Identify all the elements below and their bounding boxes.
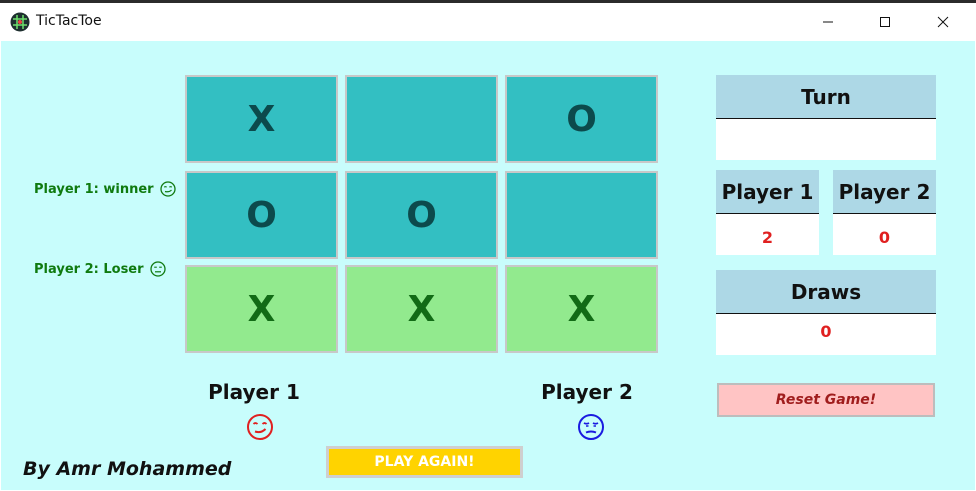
player2-name: Player 2: [541, 380, 633, 404]
close-icon: [937, 16, 949, 28]
board-cell-2[interactable]: [345, 75, 498, 163]
title-bar[interactable]: TicTacToe: [0, 3, 976, 41]
minimize-icon: [823, 21, 833, 23]
draws-label: Draws: [716, 270, 936, 314]
board-cell-6[interactable]: [505, 171, 658, 259]
board-cell-4[interactable]: O: [185, 171, 338, 259]
player1-score-label: Player 1: [716, 170, 819, 214]
close-button[interactable]: [920, 3, 966, 41]
play-again-button[interactable]: PLAY AGAIN!: [326, 446, 523, 478]
reset-game-button[interactable]: Reset Game!: [717, 383, 935, 417]
board-cell-9[interactable]: X: [505, 265, 658, 353]
maximize-icon: [880, 17, 890, 27]
turn-label: Turn: [716, 75, 936, 119]
player1-score-panel: Player 1 2: [716, 170, 819, 255]
turn-panel: Turn: [716, 75, 936, 160]
player2-status: Player 2: Loser: [34, 261, 166, 277]
player2-score-panel: Player 2 0: [833, 170, 936, 255]
board-cell-7[interactable]: X: [185, 265, 338, 353]
unamused-face-icon: [149, 261, 166, 277]
player1-status: Player 1: winner: [34, 181, 176, 197]
player1-name: Player 1: [208, 380, 300, 404]
player1-status-text: Player 1: winner: [34, 181, 154, 197]
player1-score: 2: [761, 228, 774, 247]
smirk-face-icon: [159, 181, 176, 197]
smirk-face-icon: [247, 414, 273, 440]
draws-panel: Draws 0: [716, 270, 936, 355]
player2-score-label: Player 2: [833, 170, 936, 214]
maximize-button[interactable]: [862, 3, 908, 41]
minimize-button[interactable]: [805, 3, 851, 41]
author-credit: By Amr Mohammed: [23, 458, 232, 480]
unamused-face-icon: [578, 414, 604, 440]
board-cell-1[interactable]: X: [185, 75, 338, 163]
window-title: TicTacToe: [36, 13, 102, 29]
draws-value: 0: [820, 322, 832, 341]
board-cell-8[interactable]: X: [345, 265, 498, 353]
player2-status-text: Player 2: Loser: [34, 261, 144, 277]
player2-score: 0: [878, 228, 891, 247]
tictactoe-app-icon: [10, 12, 30, 32]
game-area: X O O O X X X Player 1: winner Player 2:…: [1, 41, 975, 490]
board-cell-5[interactable]: O: [345, 171, 498, 259]
board-cell-3[interactable]: O: [505, 75, 658, 163]
